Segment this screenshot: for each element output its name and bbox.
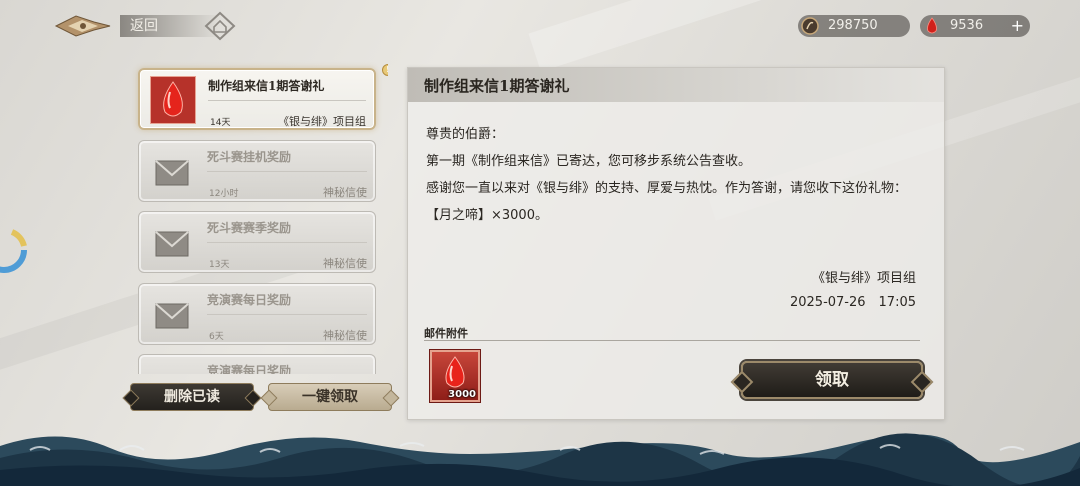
envelope-icon xyxy=(149,361,195,374)
red-crystal-icon xyxy=(150,76,196,124)
mail-body-line: 尊贵的伯爵： xyxy=(426,127,505,142)
mail-sender: 神秘信使 xyxy=(323,329,367,342)
mail-body-line: 【月之啼】×3000。 xyxy=(426,208,548,223)
currency-crystal-value: 9536 xyxy=(950,18,984,33)
mail-item[interactable]: 制作组来信1期答谢礼 14天 《银与绯》项目组 ! xyxy=(138,64,388,130)
mail-expiry: 13天 xyxy=(209,260,230,270)
collect-all-button[interactable]: 一键领取 xyxy=(268,383,392,411)
mail-item[interactable]: 竞演赛每日奖励 6天 神秘信使 xyxy=(138,283,376,345)
mail-title: 制作组来信1期答谢礼 xyxy=(208,79,325,93)
detail-title: 制作组来信1期答谢礼 xyxy=(424,77,570,95)
mail-date: 2025-07-26 17:05 xyxy=(789,295,916,310)
back-button[interactable]: 返回 xyxy=(54,12,220,40)
mail-title: 竞演赛每日奖励 xyxy=(207,364,292,374)
envelope-icon xyxy=(155,231,189,257)
mail-item[interactable]: 死斗赛赛季奖励 13天 神秘信使 xyxy=(138,211,376,273)
mail-title: 竞演赛每日奖励 xyxy=(207,293,292,307)
detail-header: 制作组来信1期答谢礼 xyxy=(408,68,944,102)
top-bar: 返回 298750 9536 + xyxy=(0,0,1080,54)
attachment-item[interactable]: 3000 xyxy=(430,350,480,402)
mail-expiry: 6天 xyxy=(209,332,224,342)
mail-title: 死斗赛挂机奖励 xyxy=(207,150,292,164)
mail-item[interactable]: 竞演赛每日奖励 xyxy=(138,354,376,374)
claim-button[interactable]: 领取 xyxy=(741,361,923,399)
delete-read-button[interactable]: 删除已读 xyxy=(130,383,254,411)
mail-signature: 《银与绯》项目组 xyxy=(811,271,916,286)
envelope-icon xyxy=(155,303,189,329)
currency-silver-value: 298750 xyxy=(828,18,878,33)
divider xyxy=(207,242,367,243)
home-icon[interactable] xyxy=(203,11,237,41)
mail-sender: 神秘信使 xyxy=(323,186,367,199)
divider xyxy=(207,171,367,172)
back-arrow-icon xyxy=(54,15,111,37)
mail-body-line: 第一期《制作组来信》已寄达，您可移步系统公告查收。 xyxy=(426,154,752,169)
mail-expiry: 12小时 xyxy=(209,189,239,199)
mail-detail-panel: 制作组来信1期答谢礼 尊贵的伯爵： 第一期《制作组来信》已寄达，您可移步系统公告… xyxy=(407,67,945,420)
attachment-count: 3000 xyxy=(448,389,476,400)
red-crystal-icon xyxy=(445,356,465,388)
envelope-icon xyxy=(155,160,189,186)
attachment-label: 邮件附件 xyxy=(424,327,468,340)
divider xyxy=(424,340,920,341)
loading-ring-icon xyxy=(0,227,27,273)
mail-item[interactable]: 死斗赛挂机奖励 12小时 神秘信使 xyxy=(138,140,376,202)
mail-expiry: 14天 xyxy=(210,118,231,128)
mail-list[interactable]: 制作组来信1期答谢礼 14天 《银与绯》项目组 ! 死斗赛挂机奖励 12小时 神… xyxy=(128,58,388,374)
silver-coin-icon xyxy=(801,17,819,35)
red-crystal-icon xyxy=(927,17,937,34)
divider xyxy=(208,100,366,101)
currency-silver: 298750 xyxy=(798,15,910,37)
mail-body-line: 感谢您一直以来对《银与绯》的支持、厚爱与热忱。作为答谢，请您收下这份礼物： xyxy=(426,181,908,196)
new-mail-badge: ! xyxy=(382,64,388,76)
mail-sender: 神秘信使 xyxy=(323,257,367,270)
mail-sender: 《银与绯》项目组 xyxy=(278,115,366,128)
mail-title: 死斗赛赛季奖励 xyxy=(207,221,292,235)
divider xyxy=(207,314,367,315)
currency-crystal: 9536 + xyxy=(920,15,1030,37)
add-crystal-button[interactable]: + xyxy=(1011,15,1024,37)
